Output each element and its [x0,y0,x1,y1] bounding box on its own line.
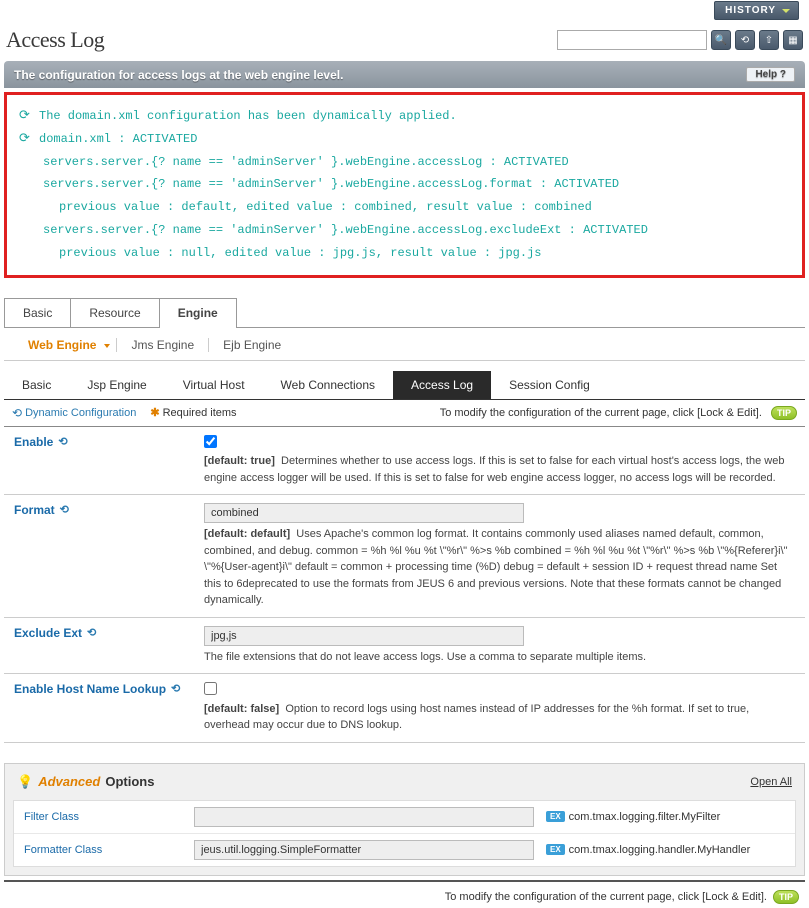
hostname-default: [default: false] [204,703,279,715]
tab-engine[interactable]: Engine [159,298,237,327]
navtab-web-connections[interactable]: Web Connections [263,371,394,399]
asterisk-icon: ✱ [150,406,159,419]
help-button[interactable]: Help ? [746,67,795,82]
dynamic-config-label: Dynamic Configuration [25,407,136,419]
hostname-checkbox[interactable] [204,682,217,695]
enable-label: Enable [14,435,53,449]
ex-badge: EX [546,811,565,822]
search-input[interactable] [557,30,707,50]
subtab-jms-engine[interactable]: Jms Engine [117,338,209,352]
required-items-label: Required items [163,407,237,419]
filter-class-example: com.tmax.logging.filter.MyFilter [569,811,721,823]
notification-box: The domain.xml configuration has been dy… [4,92,805,278]
enable-checkbox[interactable] [204,435,217,448]
history-button[interactable]: HISTORY [714,1,799,20]
sync-icon [19,130,33,144]
bottom-modify-hint: To modify the configuration of the curre… [445,891,767,903]
page-title: Access Log [6,27,104,53]
sync-icon: ⟲ [87,626,96,639]
hostname-label: Enable Host Name Lookup [14,682,166,696]
navtab-session-config[interactable]: Session Config [491,371,608,399]
refresh-icon[interactable]: ⟲ [735,30,755,50]
format-desc: Uses Apache's common log format. It cont… [204,528,787,606]
formatter-class-input[interactable] [194,840,534,860]
tab-basic[interactable]: Basic [4,298,71,327]
navtab-jsp-engine[interactable]: Jsp Engine [69,371,164,399]
sync-icon: ⟲ [12,406,22,420]
enable-desc: Determines whether to use access logs. I… [204,455,784,484]
bulb-icon: 💡 [17,774,33,790]
help-icon: ? [780,69,786,80]
open-all-link[interactable]: Open All [750,776,792,788]
advanced-title-em: Advanced [38,774,100,789]
exclude-ext-input[interactable] [204,626,524,646]
export-icon[interactable]: ⇧ [759,30,779,50]
format-label: Format [14,503,55,517]
sync-icon: ⟲ [58,435,67,448]
modify-hint: To modify the configuration of the curre… [440,407,762,419]
sync-icon: ⟲ [171,682,180,695]
navtab-access-log[interactable]: Access Log [393,371,491,399]
enable-default: [default: true] [204,455,275,467]
tip-badge[interactable]: TIP [771,406,797,420]
filter-class-input[interactable] [194,807,534,827]
ex-badge: EX [546,844,565,855]
formatter-class-example: com.tmax.logging.handler.MyHandler [569,844,751,856]
xml-icon[interactable]: ▦ [783,30,803,50]
sync-icon [19,107,33,121]
subtab-web-engine[interactable]: Web Engine [14,338,117,352]
hostname-desc: Option to record logs using host names i… [204,703,749,732]
exclude-label: Exclude Ext [14,626,82,640]
format-default: [default: default] [204,528,290,540]
advanced-title-rest: Options [105,774,154,789]
formatter-class-label: Formatter Class [24,844,194,856]
sync-icon: ⟲ [60,503,69,516]
filter-class-label: Filter Class [24,811,194,823]
navtab-basic[interactable]: Basic [4,371,69,399]
format-input[interactable] [204,503,524,523]
search-icon[interactable]: 🔍 [711,30,731,50]
tab-resource[interactable]: Resource [70,298,159,327]
navtab-virtual-host[interactable]: Virtual Host [165,371,263,399]
banner-text: The configuration for access logs at the… [14,68,343,82]
exclude-desc: The file extensions that do not leave ac… [204,651,646,663]
subtab-ejb-engine[interactable]: Ejb Engine [209,338,295,352]
